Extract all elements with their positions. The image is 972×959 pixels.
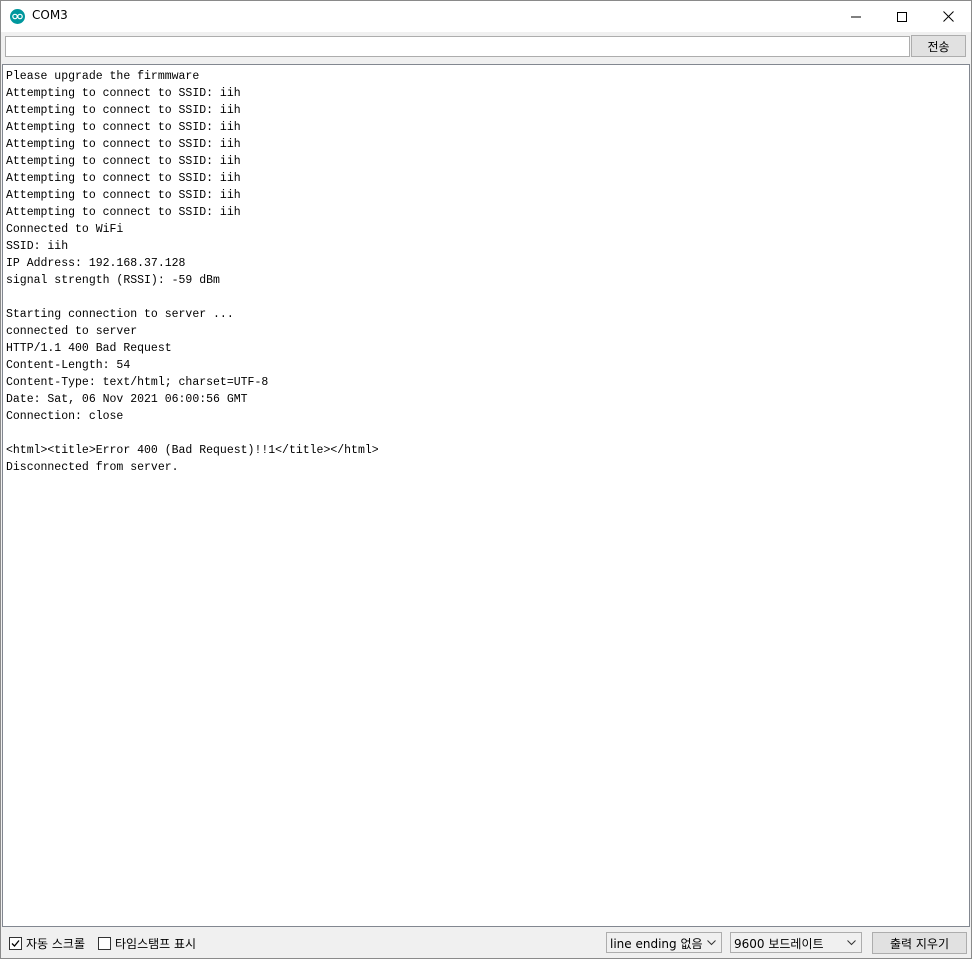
timestamp-checkbox[interactable] bbox=[98, 937, 111, 950]
output-line: Attempting to connect to SSID: iih bbox=[6, 104, 241, 117]
output-line: connected to server bbox=[6, 325, 138, 338]
serial-monitor-window: COM3 전송 Please upgrade the firmmware Atte… bbox=[0, 0, 972, 959]
line-ending-select[interactable]: line ending 없음 bbox=[606, 932, 722, 953]
timestamp-label: 타임스탬프 표시 bbox=[115, 937, 197, 951]
minimize-button[interactable] bbox=[833, 1, 879, 32]
send-row: 전송 bbox=[1, 32, 971, 62]
output-line: Disconnected from server. bbox=[6, 461, 179, 474]
autoscroll-toggle[interactable]: 자동 스크롤 bbox=[9, 935, 85, 952]
output-line: SSID: iih bbox=[6, 240, 69, 253]
output-line: HTTP/1.1 400 Bad Request bbox=[6, 342, 172, 355]
autoscroll-checkbox[interactable] bbox=[9, 937, 22, 950]
arduino-icon bbox=[10, 9, 25, 24]
output-line: Attempting to connect to SSID: iih bbox=[6, 155, 241, 168]
autoscroll-label: 자동 스크롤 bbox=[26, 937, 86, 951]
maximize-icon bbox=[897, 11, 907, 22]
chevron-down-icon bbox=[847, 940, 856, 946]
output-line: Attempting to connect to SSID: iih bbox=[6, 138, 241, 151]
send-button[interactable]: 전송 bbox=[911, 35, 966, 57]
minimize-icon bbox=[851, 16, 861, 17]
serial-output[interactable]: Please upgrade the firmmware Attempting t… bbox=[2, 64, 970, 927]
close-icon bbox=[942, 11, 954, 22]
timestamp-toggle[interactable]: 타임스탬프 표시 bbox=[98, 935, 196, 952]
line-ending-value: line ending 없음 bbox=[610, 937, 703, 951]
output-line: Starting connection to server ... bbox=[6, 308, 234, 321]
output-line: Attempting to connect to SSID: iih bbox=[6, 189, 241, 202]
send-input[interactable] bbox=[5, 36, 910, 57]
output-line: Attempting to connect to SSID: iih bbox=[6, 206, 241, 219]
output-text: Please upgrade the firmmware Attempting t… bbox=[6, 68, 379, 476]
window-title: COM3 bbox=[32, 8, 68, 22]
close-button[interactable] bbox=[925, 1, 971, 32]
output-line: Content-Type: text/html; charset=UTF-8 bbox=[6, 376, 269, 389]
clear-output-button[interactable]: 출력 지우기 bbox=[872, 932, 967, 954]
output-line: Attempting to connect to SSID: iih bbox=[6, 121, 241, 134]
status-bar: 자동 스크롤 타임스탬프 표시 line ending 없음 9600 보드레이… bbox=[1, 928, 971, 958]
output-line: Attempting to connect to SSID: iih bbox=[6, 172, 241, 185]
chevron-down-icon bbox=[707, 940, 716, 946]
output-line: IP Address: 192.168.37.128 bbox=[6, 257, 186, 270]
baud-rate-value: 9600 보드레이트 bbox=[734, 937, 824, 951]
output-line: Connected to WiFi bbox=[6, 223, 124, 236]
output-line: <html><title>Error 400 (Bad Request)!!1<… bbox=[6, 444, 379, 457]
output-line: signal strength (RSSI): -59 dBm bbox=[6, 274, 220, 287]
output-line: Please upgrade the firmmware bbox=[6, 70, 200, 83]
output-line: Content-Length: 54 bbox=[6, 359, 131, 372]
baud-rate-select[interactable]: 9600 보드레이트 bbox=[730, 932, 862, 953]
output-line: Date: Sat, 06 Nov 2021 06:00:56 GMT bbox=[6, 393, 248, 406]
output-line: Connection: close bbox=[6, 410, 124, 423]
title-bar[interactable]: COM3 bbox=[1, 1, 971, 32]
maximize-button[interactable] bbox=[879, 1, 925, 32]
output-line: Attempting to connect to SSID: iih bbox=[6, 87, 241, 100]
checkmark-icon bbox=[11, 940, 20, 947]
